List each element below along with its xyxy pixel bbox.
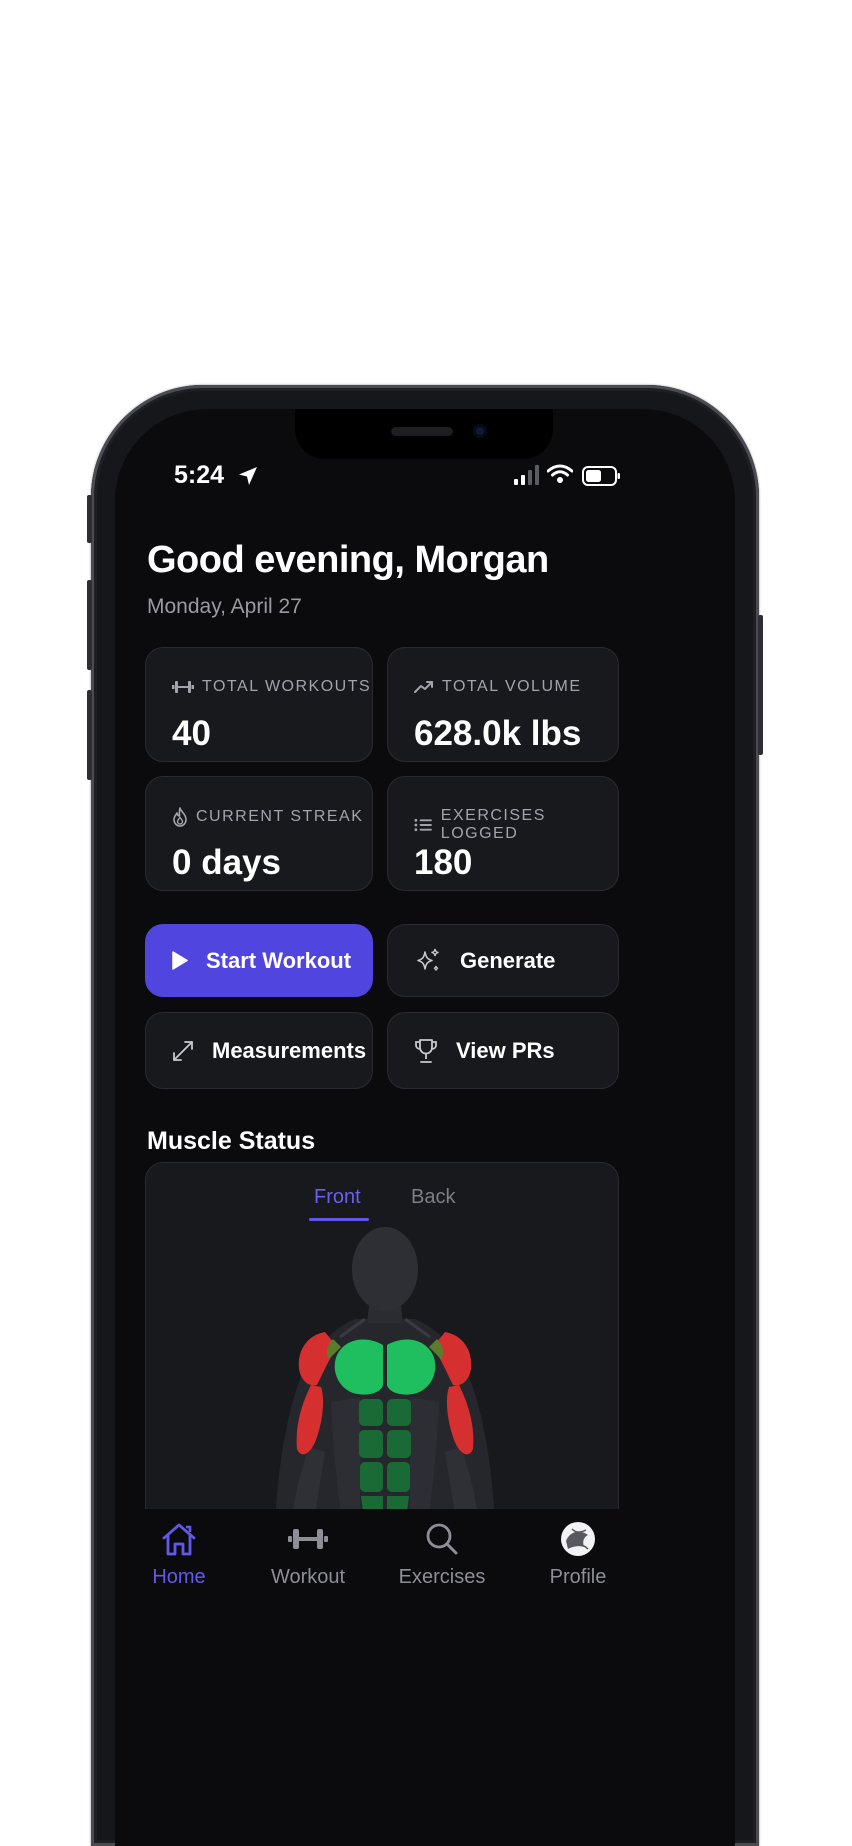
stat-label: TOTAL WORKOUTS <box>202 678 372 695</box>
dumbbell-icon <box>288 1529 328 1549</box>
stat-label-row: EXERCISES LOGGED <box>414 807 618 843</box>
power-button <box>758 615 763 755</box>
volume-up-button <box>87 580 92 670</box>
flame-icon <box>173 807 187 827</box>
greeting-title: Good evening, Morgan <box>147 539 549 581</box>
active-tab-indicator <box>309 1218 369 1221</box>
phone-frame: 5:24 Good evening, Morgan Monday, April … <box>87 385 763 1846</box>
generate-button[interactable]: Generate <box>387 924 619 997</box>
stat-label-row: CURRENT STREAK <box>172 807 363 827</box>
tab-label: Home <box>152 1566 206 1588</box>
cellular-signal-icon <box>514 465 539 485</box>
muscle-body-diagram <box>275 1227 495 1527</box>
stat-value: 628.0k lbs <box>414 714 582 753</box>
notch <box>295 409 553 459</box>
measurements-label: Measurements <box>212 1037 367 1063</box>
view-prs-button[interactable]: View PRs <box>387 1012 619 1089</box>
dumbbell-icon <box>172 681 194 693</box>
start-workout-label: Start Workout <box>206 947 352 973</box>
stat-value: 180 <box>414 843 473 882</box>
status-time: 5:24 <box>174 461 225 489</box>
location-arrow-icon <box>239 467 257 485</box>
battery-icon <box>582 466 620 486</box>
tab-front[interactable]: Front <box>314 1186 361 1209</box>
tab-label: Exercises <box>398 1566 486 1588</box>
stat-label-row: TOTAL WORKOUTS <box>172 678 371 696</box>
search-icon <box>426 1523 458 1555</box>
start-workout-button[interactable]: Start Workout <box>145 924 373 997</box>
home-icon <box>162 1523 196 1556</box>
stat-card-exercises-logged: EXERCISES LOGGED 180 <box>387 776 619 891</box>
measurements-button[interactable]: Measurements <box>145 1012 373 1089</box>
stat-card-current-streak: CURRENT STREAK 0 days <box>145 776 373 891</box>
tab-back[interactable]: Back <box>411 1186 455 1209</box>
tab-profile[interactable]: Profile <box>518 1521 638 1589</box>
trending-up-icon <box>414 681 433 693</box>
bottom-tab-bar: Home Workout Exercises Profile <box>115 1509 735 1846</box>
mute-switch <box>87 495 92 543</box>
date-subtitle: Monday, April 27 <box>147 595 302 618</box>
stat-value: 40 <box>172 714 211 753</box>
trophy-icon <box>415 1038 437 1063</box>
stat-label: CURRENT STREAK <box>196 808 364 825</box>
tab-label: Workout <box>270 1566 346 1588</box>
wifi-icon <box>547 464 573 483</box>
volume-down-button <box>87 690 92 780</box>
view-prs-label: View PRs <box>456 1037 555 1063</box>
stat-card-total-volume: TOTAL VOLUME 628.0k lbs <box>387 647 619 762</box>
list-icon <box>414 818 432 832</box>
front-camera <box>473 424 487 438</box>
stat-value: 0 days <box>172 843 281 882</box>
speaker <box>391 427 453 436</box>
tab-workout[interactable]: Workout <box>248 1521 368 1589</box>
muscle-status-title: Muscle Status <box>147 1127 316 1155</box>
tab-label: Profile <box>549 1566 607 1588</box>
resize-arrows-icon <box>173 1040 193 1061</box>
stat-label: TOTAL VOLUME <box>442 678 582 695</box>
tab-home[interactable]: Home <box>119 1521 239 1589</box>
stat-card-total-workouts: TOTAL WORKOUTS 40 <box>145 647 373 762</box>
generate-label: Generate <box>460 947 556 973</box>
avatar-icon <box>561 1522 595 1556</box>
play-icon <box>172 951 188 970</box>
stat-label-row: TOTAL VOLUME <box>414 678 582 696</box>
stat-label: EXERCISES LOGGED <box>440 807 546 842</box>
sparkles-icon <box>417 948 439 971</box>
tab-exercises[interactable]: Exercises <box>382 1521 502 1589</box>
app-screen: 5:24 Good evening, Morgan Monday, April … <box>115 409 735 1846</box>
